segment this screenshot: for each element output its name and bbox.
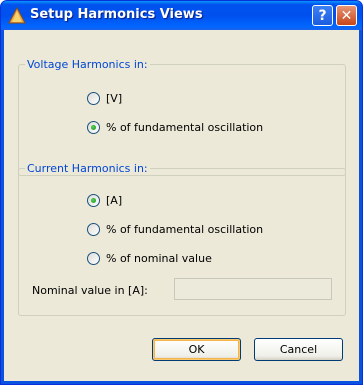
app-icon bbox=[8, 7, 26, 24]
ok-button[interactable]: OK bbox=[152, 338, 241, 361]
cancel-button[interactable]: Cancel bbox=[254, 338, 343, 361]
current-option-percent-fundamental[interactable]: % of fundamental oscillation bbox=[87, 223, 263, 236]
nominal-value-label: Nominal value in [A]: bbox=[32, 284, 148, 297]
current-option-a[interactable]: [A] bbox=[87, 194, 122, 207]
dialog-window: Setup Harmonics Views ? ✕ Voltage Harmon… bbox=[0, 0, 363, 385]
voltage-option-percent-fundamental-label: % of fundamental oscillation bbox=[106, 121, 264, 134]
radio-icon[interactable] bbox=[87, 92, 100, 105]
current-option-percent-fundamental-label: % of fundamental oscillation bbox=[106, 223, 264, 236]
radio-icon[interactable] bbox=[87, 252, 100, 265]
title-bar[interactable]: Setup Harmonics Views ? ✕ bbox=[1, 1, 362, 30]
radio-icon[interactable] bbox=[87, 223, 100, 236]
voltage-harmonics-group: Voltage Harmonics in: bbox=[18, 58, 346, 176]
current-option-percent-nominal-label: % of nominal value bbox=[106, 252, 212, 265]
voltage-option-v[interactable]: [V] bbox=[87, 92, 122, 105]
close-button[interactable]: ✕ bbox=[336, 5, 357, 26]
voltage-option-percent-fundamental[interactable]: % of fundamental oscillation bbox=[87, 121, 263, 134]
dialog-client: Voltage Harmonics in: [V] % of fundament… bbox=[4, 30, 359, 381]
current-group-legend: Current Harmonics in: bbox=[25, 162, 150, 175]
help-button[interactable]: ? bbox=[312, 5, 333, 26]
current-option-a-label: [A] bbox=[106, 194, 123, 207]
window-title: Setup Harmonics Views bbox=[30, 7, 203, 22]
radio-checked-icon[interactable] bbox=[87, 121, 100, 134]
radio-checked-icon[interactable] bbox=[87, 194, 100, 207]
voltage-group-legend: Voltage Harmonics in: bbox=[25, 58, 150, 71]
current-option-percent-nominal[interactable]: % of nominal value bbox=[87, 252, 212, 265]
voltage-option-v-label: [V] bbox=[106, 92, 123, 105]
nominal-value-field[interactable] bbox=[174, 278, 332, 300]
